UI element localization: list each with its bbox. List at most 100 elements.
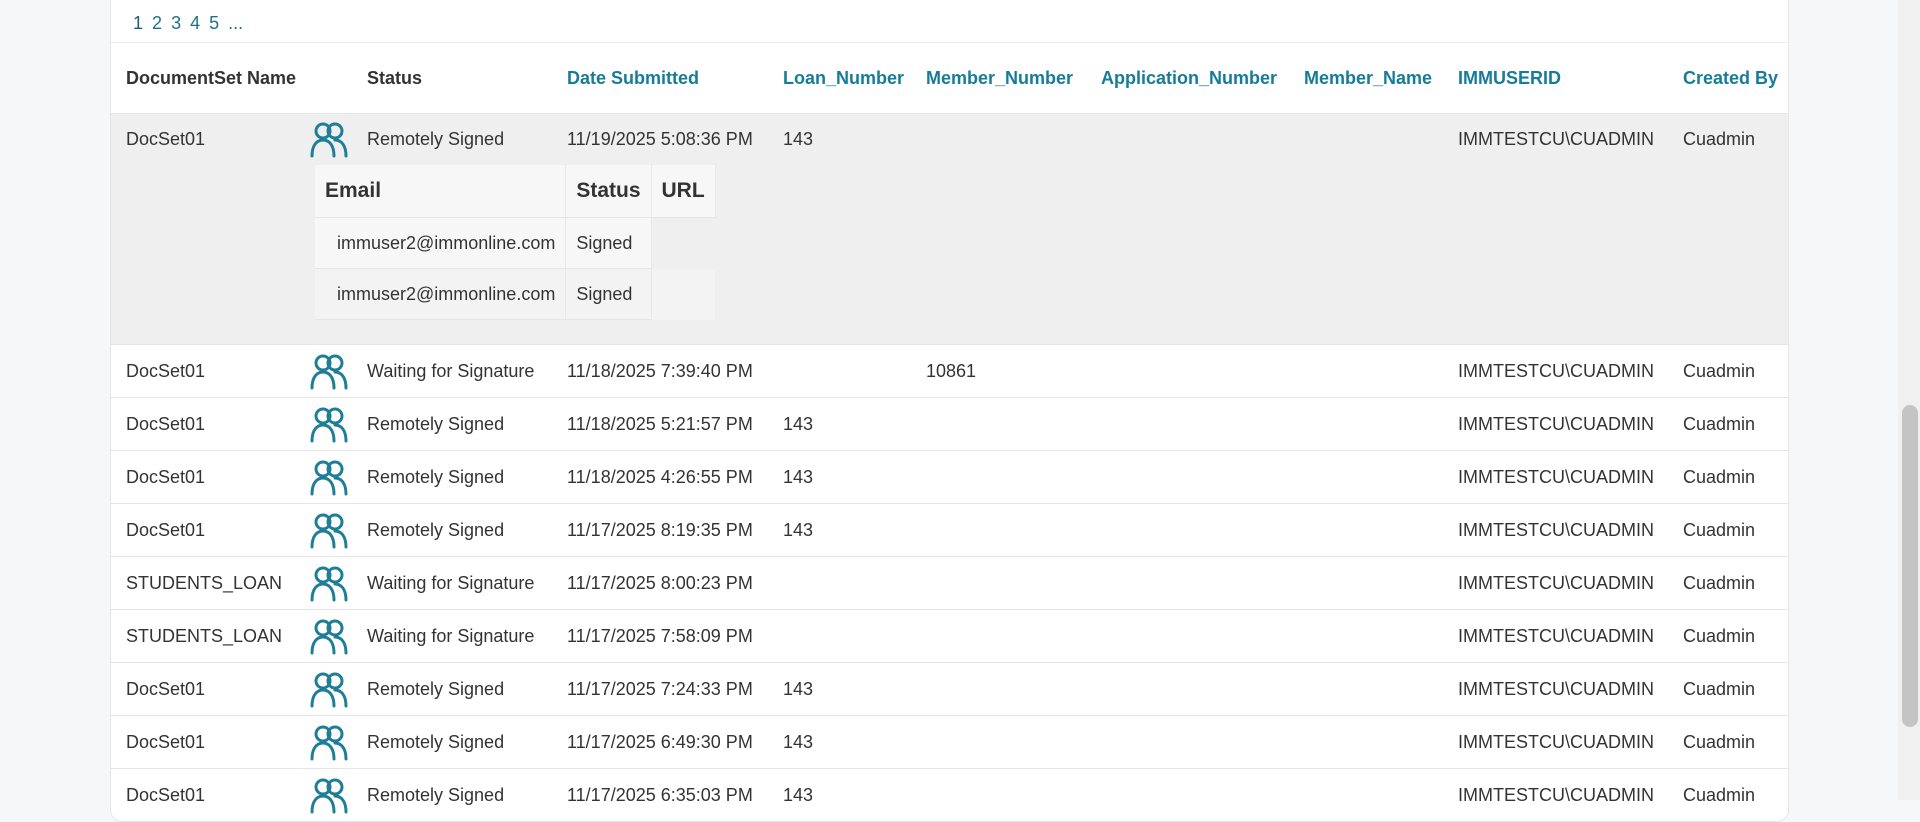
cell-application-number: [1086, 450, 1289, 504]
cell-date-submitted: 11/17/2025 8:00:23 PM: [552, 556, 768, 610]
cell-status: Waiting for Signature: [352, 556, 552, 610]
signers-header-status: Status: [565, 164, 652, 218]
page-link-4[interactable]: 4: [190, 13, 200, 33]
column-header-icon: [298, 42, 352, 114]
signer-url[interactable]: [651, 217, 716, 269]
table-row[interactable]: DocSet01 Waiting for Signature 11/18/202…: [111, 344, 1788, 398]
cell-immuserid: IMMTESTCU\CUADMIN: [1443, 397, 1668, 451]
people-icon[interactable]: [310, 352, 348, 390]
signers-toggle[interactable]: [298, 450, 352, 504]
cell-immuserid: IMMTESTCU\CUADMIN: [1443, 768, 1668, 821]
page-link-more[interactable]: ...: [228, 13, 243, 33]
scrollbar-thumb[interactable]: [1902, 405, 1918, 727]
signers-header-email: Email: [315, 164, 567, 218]
signers-toggle[interactable]: [298, 715, 352, 769]
cell-immuserid: IMMTESTCU\CUADMIN: [1443, 662, 1668, 716]
cell-loan-number: 143: [768, 715, 911, 769]
cell-name: DocSet01: [111, 662, 298, 716]
pagination: 1 2 3 4 5 ...: [133, 13, 247, 34]
table-row[interactable]: DocSet01 Remotely Signed 11/18/2025 5:21…: [111, 397, 1788, 451]
table-row[interactable]: DocSet01 Remotely Signed 11/17/2025 8:19…: [111, 503, 1788, 557]
cell-created-by: Cuadmin: [1668, 503, 1788, 557]
cell-created-by: Cuadmin: [1668, 715, 1788, 769]
table-row-expanded[interactable]: DocSet01 Remotely Signed 11/19/2025 5:08…: [111, 113, 1788, 164]
cell-member-name: [1289, 715, 1443, 769]
page-link-2[interactable]: 2: [152, 13, 162, 33]
cell-immuserid: IMMTESTCU\CUADMIN: [1443, 609, 1668, 663]
signers-toggle[interactable]: [298, 609, 352, 663]
cell-date-submitted: 11/18/2025 4:26:55 PM: [552, 450, 768, 504]
signers-toggle[interactable]: [298, 556, 352, 610]
cell-loan-number: 143: [768, 503, 911, 557]
signers-toggle[interactable]: [298, 113, 352, 164]
cell-member-number: [911, 113, 1086, 164]
people-icon[interactable]: [310, 723, 348, 761]
cell-immuserid: IMMTESTCU\CUADMIN: [1443, 503, 1668, 557]
cell-date-submitted: 11/17/2025 6:35:03 PM: [552, 768, 768, 821]
cell-loan-number: 143: [768, 450, 911, 504]
signers-header-row: Email Status URL: [315, 164, 716, 218]
cell-name: DocSet01: [111, 450, 298, 504]
signers-toggle[interactable]: [298, 662, 352, 716]
cell-name: STUDENTS_LOAN: [111, 556, 298, 610]
vertical-scrollbar[interactable]: [1898, 0, 1920, 800]
table-row[interactable]: DocSet01 Remotely Signed 11/17/2025 6:49…: [111, 715, 1788, 769]
people-icon[interactable]: [310, 776, 348, 814]
page-link-1[interactable]: 1: [133, 13, 143, 33]
signers-detail-row: Email Status URL immuser2@immonline.com …: [111, 164, 1788, 345]
table-header-row: DocumentSet Name Status Date Submitted L…: [111, 42, 1788, 114]
cell-application-number: [1086, 715, 1289, 769]
cell-application-number: [1086, 503, 1289, 557]
signers-toggle[interactable]: [298, 344, 352, 398]
cell-member-number: [911, 609, 1086, 663]
cell-date-submitted: 11/17/2025 7:24:33 PM: [552, 662, 768, 716]
cell-loan-number: [768, 609, 911, 663]
people-icon[interactable]: [310, 405, 348, 443]
signer-row: immuser2@immonline.com Signed: [315, 268, 716, 320]
column-header-member-number[interactable]: Member_Number: [911, 42, 1086, 114]
cell-status: Remotely Signed: [352, 715, 552, 769]
table-row[interactable]: DocSet01 Remotely Signed 11/17/2025 7:24…: [111, 662, 1788, 716]
cell-member-number: [911, 450, 1086, 504]
cell-member-number: [911, 556, 1086, 610]
cell-member-name: [1289, 113, 1443, 164]
column-header-date-submitted[interactable]: Date Submitted: [552, 42, 768, 114]
people-icon[interactable]: [310, 670, 348, 708]
cell-date-submitted: 11/17/2025 8:19:35 PM: [552, 503, 768, 557]
cell-member-name: [1289, 344, 1443, 398]
people-icon[interactable]: [310, 120, 348, 158]
people-icon[interactable]: [310, 458, 348, 496]
cell-application-number: [1086, 662, 1289, 716]
cell-member-number: [911, 397, 1086, 451]
signer-url[interactable]: [651, 268, 716, 320]
column-header-created-by[interactable]: Created By: [1668, 42, 1788, 114]
people-icon[interactable]: [310, 511, 348, 549]
signers-toggle[interactable]: [298, 503, 352, 557]
cell-name: DocSet01: [111, 397, 298, 451]
cell-loan-number: 143: [768, 113, 911, 164]
signers-toggle[interactable]: [298, 768, 352, 821]
column-header-loan-number[interactable]: Loan_Number: [768, 42, 911, 114]
people-icon[interactable]: [310, 617, 348, 655]
signers-toggle[interactable]: [298, 397, 352, 451]
page-link-5[interactable]: 5: [209, 13, 219, 33]
cell-member-name: [1289, 397, 1443, 451]
table-row[interactable]: DocSet01 Remotely Signed 11/17/2025 6:35…: [111, 768, 1788, 821]
column-header-member-name[interactable]: Member_Name: [1289, 42, 1443, 114]
column-header-application-number[interactable]: Application_Number: [1086, 42, 1289, 114]
page-link-3[interactable]: 3: [171, 13, 181, 33]
cell-date-submitted: 11/18/2025 7:39:40 PM: [552, 344, 768, 398]
cell-status: Remotely Signed: [352, 113, 552, 164]
column-header-immuserid[interactable]: IMMUSERID: [1443, 42, 1668, 114]
cell-status: Remotely Signed: [352, 768, 552, 821]
table-row[interactable]: STUDENTS_LOAN Waiting for Signature 11/1…: [111, 556, 1788, 610]
people-icon[interactable]: [310, 564, 348, 602]
table-row[interactable]: STUDENTS_LOAN Waiting for Signature 11/1…: [111, 609, 1788, 663]
cell-loan-number: 143: [768, 768, 911, 821]
cell-date-submitted: 11/19/2025 5:08:36 PM: [552, 113, 768, 164]
cell-member-number: [911, 662, 1086, 716]
cell-application-number: [1086, 609, 1289, 663]
cell-created-by: Cuadmin: [1668, 113, 1788, 164]
table-row[interactable]: DocSet01 Remotely Signed 11/18/2025 4:26…: [111, 450, 1788, 504]
cell-status: Remotely Signed: [352, 397, 552, 451]
